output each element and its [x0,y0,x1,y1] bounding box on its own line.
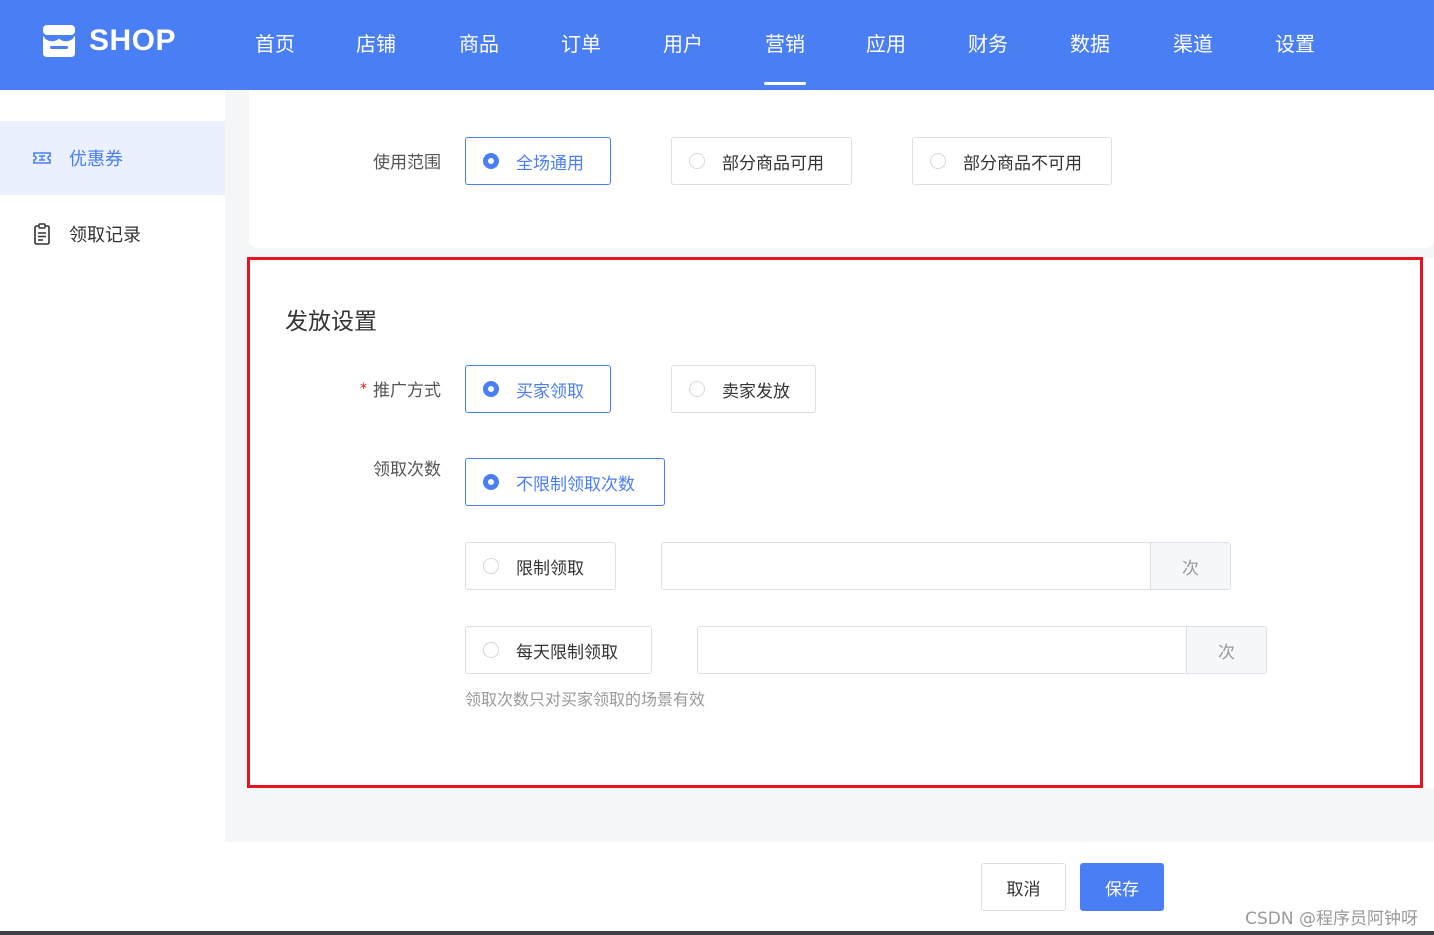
scope-label: 使用范围 [373,153,441,173]
bottom-edge [0,931,1434,935]
ticket-icon [32,148,52,168]
watermark: CSDN @程序员阿钟呀 [1245,909,1418,929]
sidebar-item-label: 领取记录 [69,225,141,246]
clipboard-icon [32,223,52,245]
cancel-button[interactable]: 取消 [981,863,1066,911]
nav-item-marketing[interactable]: 营销 [765,28,805,60]
sidebar-item-claim-records[interactable]: 领取记录 [0,197,225,271]
nav-item-channels[interactable]: 渠道 [1173,28,1213,60]
nav-item-orders[interactable]: 订单 [561,28,601,60]
radio-unchecked-icon [930,153,946,169]
radio-checked-icon [483,153,499,169]
shop-icon [41,24,77,58]
nav-item-finance[interactable]: 财务 [968,28,1008,60]
nav-item-store[interactable]: 店铺 [356,28,396,60]
nav-item-data[interactable]: 数据 [1070,28,1110,60]
nav-item-users[interactable]: 用户 [663,28,703,60]
scope-option-all[interactable]: 全场通用 [465,137,611,185]
brand-logo[interactable]: SHOP [41,24,176,58]
nav-item-settings[interactable]: 设置 [1275,28,1315,60]
nav-item-apps[interactable]: 应用 [866,28,906,60]
top-navbar: SHOP 首页 店铺 商品 订单 用户 营销 应用 财务 数据 渠道 设置 [0,0,1434,90]
sidebar: 优惠券 领取记录 [0,90,225,935]
sidebar-item-coupons[interactable]: 优惠券 [0,121,225,195]
brand-name: SHOP [89,24,177,57]
option-label: 全场通用 [516,153,584,174]
scope-option-exclude[interactable]: 部分商品不可用 [912,137,1112,185]
option-label: 部分商品可用 [722,153,824,174]
highlight-annotation-box [247,257,1423,788]
save-button[interactable]: 保存 [1080,863,1164,911]
nav-item-home[interactable]: 首页 [255,28,295,60]
radio-unchecked-icon [689,153,705,169]
option-label: 部分商品不可用 [963,153,1082,174]
scope-option-partial[interactable]: 部分商品可用 [671,137,852,185]
sidebar-item-label: 优惠券 [69,149,123,170]
nav-item-products[interactable]: 商品 [459,28,499,60]
